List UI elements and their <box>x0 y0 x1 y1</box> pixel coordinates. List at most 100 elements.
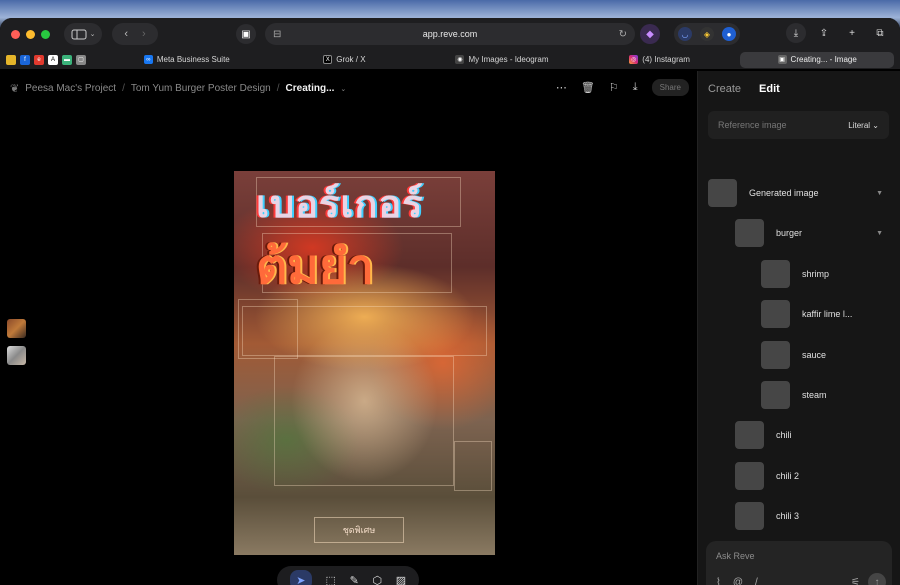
layer-item-sauce[interactable]: sauce <box>761 341 826 369</box>
chevron-down-icon[interactable]: ⌄ <box>340 85 346 93</box>
bookmark-facebook-icon[interactable]: f <box>20 54 30 65</box>
layer-thumbnail <box>735 421 764 449</box>
trash-icon[interactable]: 🗑︎ <box>581 81 595 94</box>
sidebar-toggle-button[interactable]: ⌄ <box>64 23 102 45</box>
layer-item-shrimp[interactable]: shrimp <box>761 260 829 288</box>
reference-image-field[interactable]: Reference image Literal ⌄ <box>708 111 889 139</box>
layer-label: burger <box>776 228 803 238</box>
canvas-area: ❦ Peesa Mac's Project / Tom Yum Burger P… <box>0 71 697 585</box>
breadcrumb-separator: / <box>122 83 125 94</box>
reference-mode-select[interactable]: Literal ⌄ <box>848 121 879 130</box>
canvas-toolbar: ➤ ⬚ ✎ ⬡ ▨ <box>277 566 419 585</box>
poster-title-line1: เบอร์เกอร์ <box>256 181 424 226</box>
settings-sliders-icon[interactable]: ⚟ <box>851 577 860 585</box>
maximize-window-button[interactable] <box>41 29 50 39</box>
browser-tab[interactable]: X Grok / X <box>268 52 422 68</box>
layer-thumbnail <box>761 341 790 369</box>
chevron-down-icon: ⌄ <box>89 31 96 38</box>
3d-cube-icon[interactable]: ⬡ <box>372 574 382 585</box>
thumbnail-burger[interactable] <box>7 319 26 338</box>
layer-item-chili-2[interactable]: chili 2 <box>735 462 799 490</box>
more-options-icon[interactable]: ⋯ <box>556 81 567 94</box>
page-settings-icon[interactable]: ⊟ <box>273 29 281 40</box>
breadcrumb-design[interactable]: Tom Yum Burger Poster Design <box>131 83 271 94</box>
glitch-frame <box>238 299 298 359</box>
bookmark-icon[interactable]: ⚐ <box>609 81 619 94</box>
breadcrumb: ❦ Peesa Mac's Project / Tom Yum Burger P… <box>10 82 346 95</box>
breadcrumb-project[interactable]: Peesa Mac's Project <box>25 83 116 94</box>
share-icon[interactable]: ⇪ <box>814 23 834 43</box>
url-text: app.reve.com <box>422 29 478 39</box>
share-button[interactable]: Share <box>651 79 689 96</box>
layer-item-steam[interactable]: steam <box>761 381 827 409</box>
ask-input-placeholder: Ask Reve <box>716 551 755 561</box>
layer-item-generated-image[interactable]: Generated image ▼ <box>708 179 891 207</box>
browser-toolbar: ⌄ ‹ › ▣ ⊟ app.reve.com ↻ ◆ ◡ ◈ ● ⤓ ⇪ + ⧉ <box>0 18 900 50</box>
browser-tab[interactable]: ◉ My Images - Ideogram <box>425 52 579 68</box>
layer-thumbnail <box>761 381 790 409</box>
select-pointer-icon[interactable]: ➤ <box>289 570 312 585</box>
download-icon[interactable]: ⤓ <box>633 81 638 94</box>
poster-footer-text: ชุดพิเศษ <box>314 517 404 543</box>
forward-button[interactable]: › <box>142 28 146 40</box>
layer-label: chili 2 <box>776 471 800 481</box>
tab-overview-icon[interactable]: ⧉ <box>870 23 890 43</box>
draw-brush-icon[interactable]: ✎ <box>350 574 359 585</box>
browser-tab[interactable]: ◎ (4) Instagram <box>583 52 737 68</box>
marquee-select-icon[interactable]: ⬚ <box>326 574 336 585</box>
tab-label: Grok / X <box>336 55 366 64</box>
browser-tab-active[interactable]: ▣ Creating... - Image <box>740 51 894 68</box>
slash-icon[interactable]: / <box>755 577 758 585</box>
drive-icon[interactable]: ◈ <box>700 27 714 41</box>
bookmark-notes-icon[interactable] <box>6 54 16 65</box>
caret-down-icon[interactable]: ▼ <box>876 230 883 237</box>
layer-label: chili <box>776 430 792 440</box>
layer-thumbnail <box>735 462 764 490</box>
minimize-window-button[interactable] <box>26 29 35 39</box>
layer-label: kaffir lime l... <box>802 309 853 319</box>
download-icon[interactable]: ⤓ <box>786 23 806 43</box>
image-adjust-icon[interactable]: ▨ <box>396 574 406 585</box>
bookmark-app-icon[interactable]: e <box>34 54 44 65</box>
extension-icon[interactable]: ◆ <box>640 24 660 44</box>
instagram-icon: ◎ <box>629 55 639 64</box>
bookmark-green-icon[interactable]: ▬ <box>62 54 72 65</box>
layer-item-kaffir-lime[interactable]: kaffir lime l... <box>761 300 852 328</box>
back-button[interactable]: ‹ <box>124 28 128 40</box>
app-content: ❦ Peesa Mac's Project / Tom Yum Burger P… <box>0 71 900 585</box>
paperclip-icon[interactable]: ⌇ <box>716 577 721 585</box>
breadcrumb-current[interactable]: Creating... <box>286 83 335 94</box>
layer-label: sauce <box>802 350 827 360</box>
layer-thumbnail <box>735 502 764 530</box>
pocket-icon[interactable]: ◡ <box>678 27 692 41</box>
reload-icon[interactable]: ↻ <box>619 29 627 40</box>
close-window-button[interactable] <box>11 29 20 39</box>
tab-bar: f e A ▬ ▢ ∞ Meta Business Suite X Grok /… <box>0 50 900 70</box>
thumbnail-poster[interactable] <box>7 346 26 365</box>
caret-down-icon[interactable]: ▼ <box>876 190 883 197</box>
send-arrow-icon[interactable]: ↑ <box>868 573 886 585</box>
layer-label: Generated image <box>749 188 819 198</box>
poster-title-line2: ต้มยำ <box>256 239 374 295</box>
meta-icon: ∞ <box>143 55 153 64</box>
generated-image[interactable]: เบอร์เกอร์ ต้มยำ ชุดพิเศษ <box>234 171 495 555</box>
reve-logo-icon[interactable]: ❦ <box>10 82 19 95</box>
bookmark-gray-icon[interactable]: ▢ <box>76 54 86 65</box>
at-icon[interactable]: @ <box>733 577 743 585</box>
layer-item-chili[interactable]: chili <box>735 421 792 449</box>
address-bar[interactable]: ⊟ app.reve.com ↻ <box>265 23 635 45</box>
layer-thumbnail <box>761 260 790 288</box>
tab-create[interactable]: Create <box>708 83 741 95</box>
layer-item-burger[interactable]: burger ▼ <box>735 219 891 247</box>
new-tab-icon[interactable]: + <box>842 23 862 43</box>
image-thumbnails <box>7 319 26 365</box>
account-icon[interactable]: ● <box>722 27 736 41</box>
ask-reve-box[interactable]: Ask Reve ⌇ @ / ⚟ ↑ <box>706 541 892 585</box>
tab-edit[interactable]: Edit <box>759 83 780 95</box>
tab-group-icon[interactable]: ▣ <box>236 24 256 44</box>
tab-label: Creating... - Image <box>790 55 857 64</box>
bookmark-a-icon[interactable]: A <box>48 54 58 65</box>
layer-item-chili-3[interactable]: chili 3 <box>735 502 799 530</box>
browser-tab[interactable]: ∞ Meta Business Suite <box>110 52 264 68</box>
layer-thumbnail <box>761 300 790 328</box>
